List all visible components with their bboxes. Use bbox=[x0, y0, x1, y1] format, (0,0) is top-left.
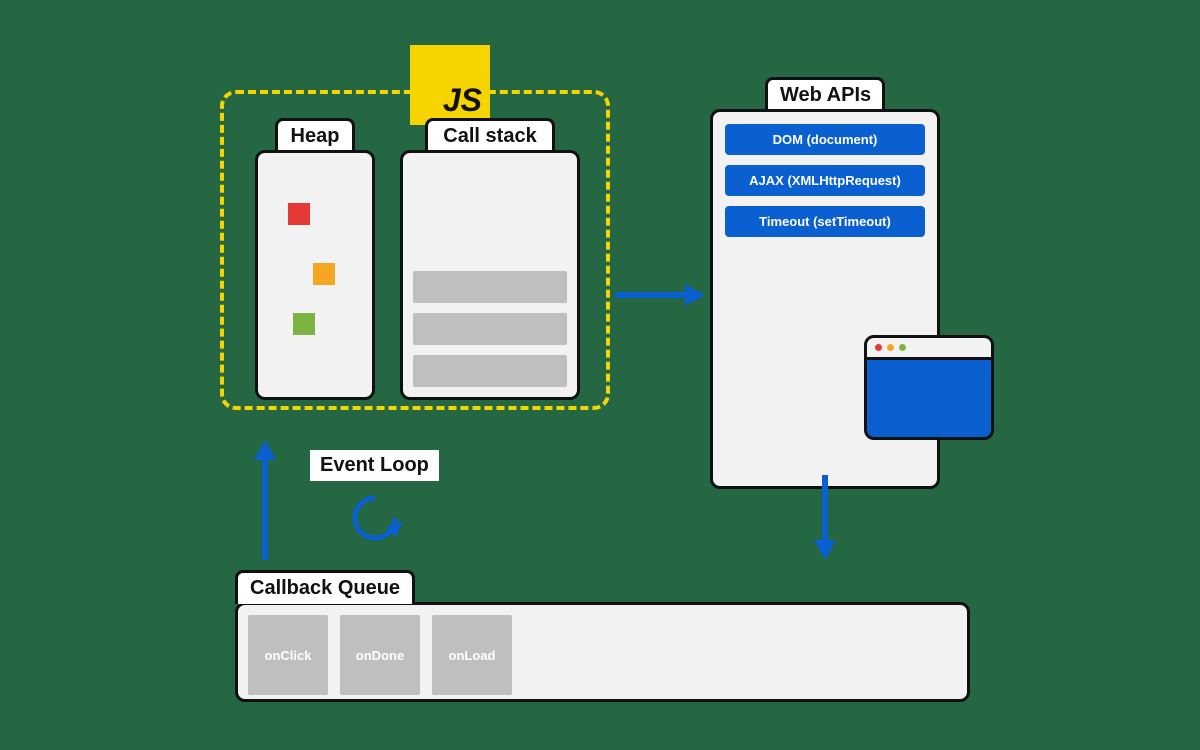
api-ajax: AJAX (XMLHttpRequest) bbox=[725, 165, 925, 196]
js-logo: JS bbox=[410, 45, 490, 125]
heap-section: Heap bbox=[255, 118, 375, 400]
browser-window-icon bbox=[864, 335, 994, 440]
traffic-light-close-icon bbox=[875, 344, 882, 351]
js-logo-text: JS bbox=[443, 82, 482, 119]
callback-queue-label: Callback Queue bbox=[235, 570, 415, 604]
callback-ondone: onDone bbox=[340, 615, 420, 695]
stack-frame bbox=[413, 355, 567, 387]
heap-obj-orange bbox=[313, 263, 335, 285]
heap-obj-red bbox=[288, 203, 310, 225]
callback-queue-panel: onClick onDone onLoad bbox=[235, 602, 970, 702]
callback-queue-section: Callback Queue onClick onDone onLoad bbox=[235, 570, 970, 702]
call-stack-label: Call stack bbox=[425, 118, 555, 152]
event-loop-label: Event Loop bbox=[310, 450, 439, 481]
callback-onclick: onClick bbox=[248, 615, 328, 695]
web-apis-label: Web APIs bbox=[765, 77, 885, 111]
heap-obj-green bbox=[293, 313, 315, 335]
call-stack-panel bbox=[400, 150, 580, 400]
api-dom: DOM (document) bbox=[725, 124, 925, 155]
arrow-queue-to-stack bbox=[250, 440, 280, 560]
arrow-webapis-to-queue bbox=[810, 475, 840, 560]
arrow-stack-to-webapis bbox=[615, 280, 705, 310]
traffic-light-minimize-icon bbox=[887, 344, 894, 351]
stack-frame bbox=[413, 313, 567, 345]
heap-label: Heap bbox=[275, 118, 355, 152]
js-runtime-diagram: JS Heap Call stack Web APIs DOM (documen… bbox=[0, 0, 1200, 750]
traffic-light-zoom-icon bbox=[899, 344, 906, 351]
callback-onload: onLoad bbox=[432, 615, 512, 695]
event-loop-icon bbox=[345, 488, 405, 548]
api-timeout: Timeout (setTimeout) bbox=[725, 206, 925, 237]
heap-panel bbox=[255, 150, 375, 400]
stack-frame bbox=[413, 271, 567, 303]
browser-titlebar bbox=[867, 338, 991, 360]
call-stack-section: Call stack bbox=[400, 118, 580, 400]
